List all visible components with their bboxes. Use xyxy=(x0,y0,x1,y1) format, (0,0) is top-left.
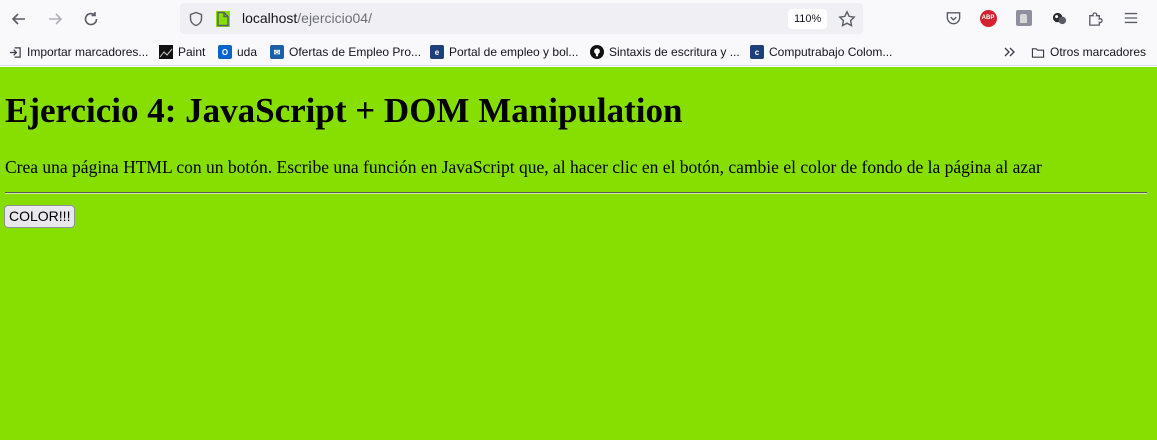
bookmarks-overflow-button[interactable] xyxy=(1002,44,1016,60)
chevrons-right-icon xyxy=(1004,47,1015,57)
extensions-puzzle-icon[interactable] xyxy=(1086,9,1104,27)
bookmark-label: Ofertas de Empleo Pro... xyxy=(289,45,422,59)
mail-icon: ✉ xyxy=(270,45,284,59)
bookmark-item[interactable]: c Computrabajo Colom... xyxy=(750,44,892,60)
folder-icon xyxy=(1031,45,1045,59)
bookmark-item[interactable]: Importar marcadores... xyxy=(8,44,148,60)
url-path: /ejercicio04/ xyxy=(297,10,372,26)
page-content: Ejercicio 4: JavaScript + DOM Manipulati… xyxy=(0,67,1157,440)
computrabajo-icon: c xyxy=(750,45,764,59)
bookmark-label: Computrabajo Colom... xyxy=(769,45,893,59)
divider xyxy=(5,192,1147,194)
arrow-left-icon xyxy=(11,13,25,25)
github-icon xyxy=(590,45,604,59)
color-button[interactable]: COLOR!!! xyxy=(4,205,76,228)
pocket-icon[interactable] xyxy=(944,9,962,27)
menu-hamburger-icon[interactable] xyxy=(1122,9,1140,27)
zoom-badge[interactable]: 110% xyxy=(788,9,828,29)
page-description: Crea una página HTML con un botón. Escri… xyxy=(5,157,1042,177)
bookmark-label: Portal de empleo y bol... xyxy=(449,45,579,59)
paint-icon xyxy=(159,45,173,59)
arrow-right-icon xyxy=(49,13,63,25)
extension-image-icon[interactable] xyxy=(1015,9,1033,27)
reload-button[interactable] xyxy=(78,6,104,32)
adblock-plus-icon[interactable]: ABP xyxy=(979,9,997,27)
bookmarks-bar: Importar marcadores... Paint O uda ✉ Ofe… xyxy=(0,38,1157,66)
star-icon[interactable] xyxy=(838,10,856,28)
address-bar[interactable]: localhost/ejercicio04/ 110% xyxy=(180,3,863,34)
other-bookmarks-button[interactable]: Otros marcadores xyxy=(1031,44,1146,60)
bookmark-label: uda xyxy=(237,45,258,59)
bookmark-item[interactable]: Sintaxis de escritura y ... xyxy=(590,44,740,60)
extension-circles-icon[interactable] xyxy=(1050,9,1068,27)
url-text[interactable]: localhost/ejercicio04/ xyxy=(242,10,372,26)
bookmark-item[interactable]: Paint xyxy=(159,44,205,60)
import-icon xyxy=(8,45,22,59)
page-icon[interactable] xyxy=(216,11,230,27)
outlook-icon: O xyxy=(218,45,232,59)
url-host: localhost xyxy=(242,10,298,26)
back-button[interactable] xyxy=(6,6,32,32)
bookmark-label: Importar marcadores... xyxy=(27,45,149,59)
bookmark-label: Sintaxis de escritura y ... xyxy=(609,45,740,59)
bookmark-item[interactable]: e Portal de empleo y bol... xyxy=(430,44,578,60)
other-bookmarks-label: Otros marcadores xyxy=(1050,45,1147,59)
reload-icon xyxy=(84,12,98,26)
forward-button[interactable] xyxy=(42,6,68,32)
browser-toolbar: localhost/ejercicio04/ 110% ABP xyxy=(0,0,1157,38)
bookmark-label: Paint xyxy=(178,45,206,59)
page-title: Ejercicio 4: JavaScript + DOM Manipulati… xyxy=(5,91,683,130)
bookmark-item[interactable]: ✉ Ofertas de Empleo Pro... xyxy=(270,44,421,60)
shield-icon[interactable] xyxy=(188,11,204,27)
portal-icon: e xyxy=(430,45,444,59)
bookmark-item[interactable]: O uda xyxy=(218,44,257,60)
